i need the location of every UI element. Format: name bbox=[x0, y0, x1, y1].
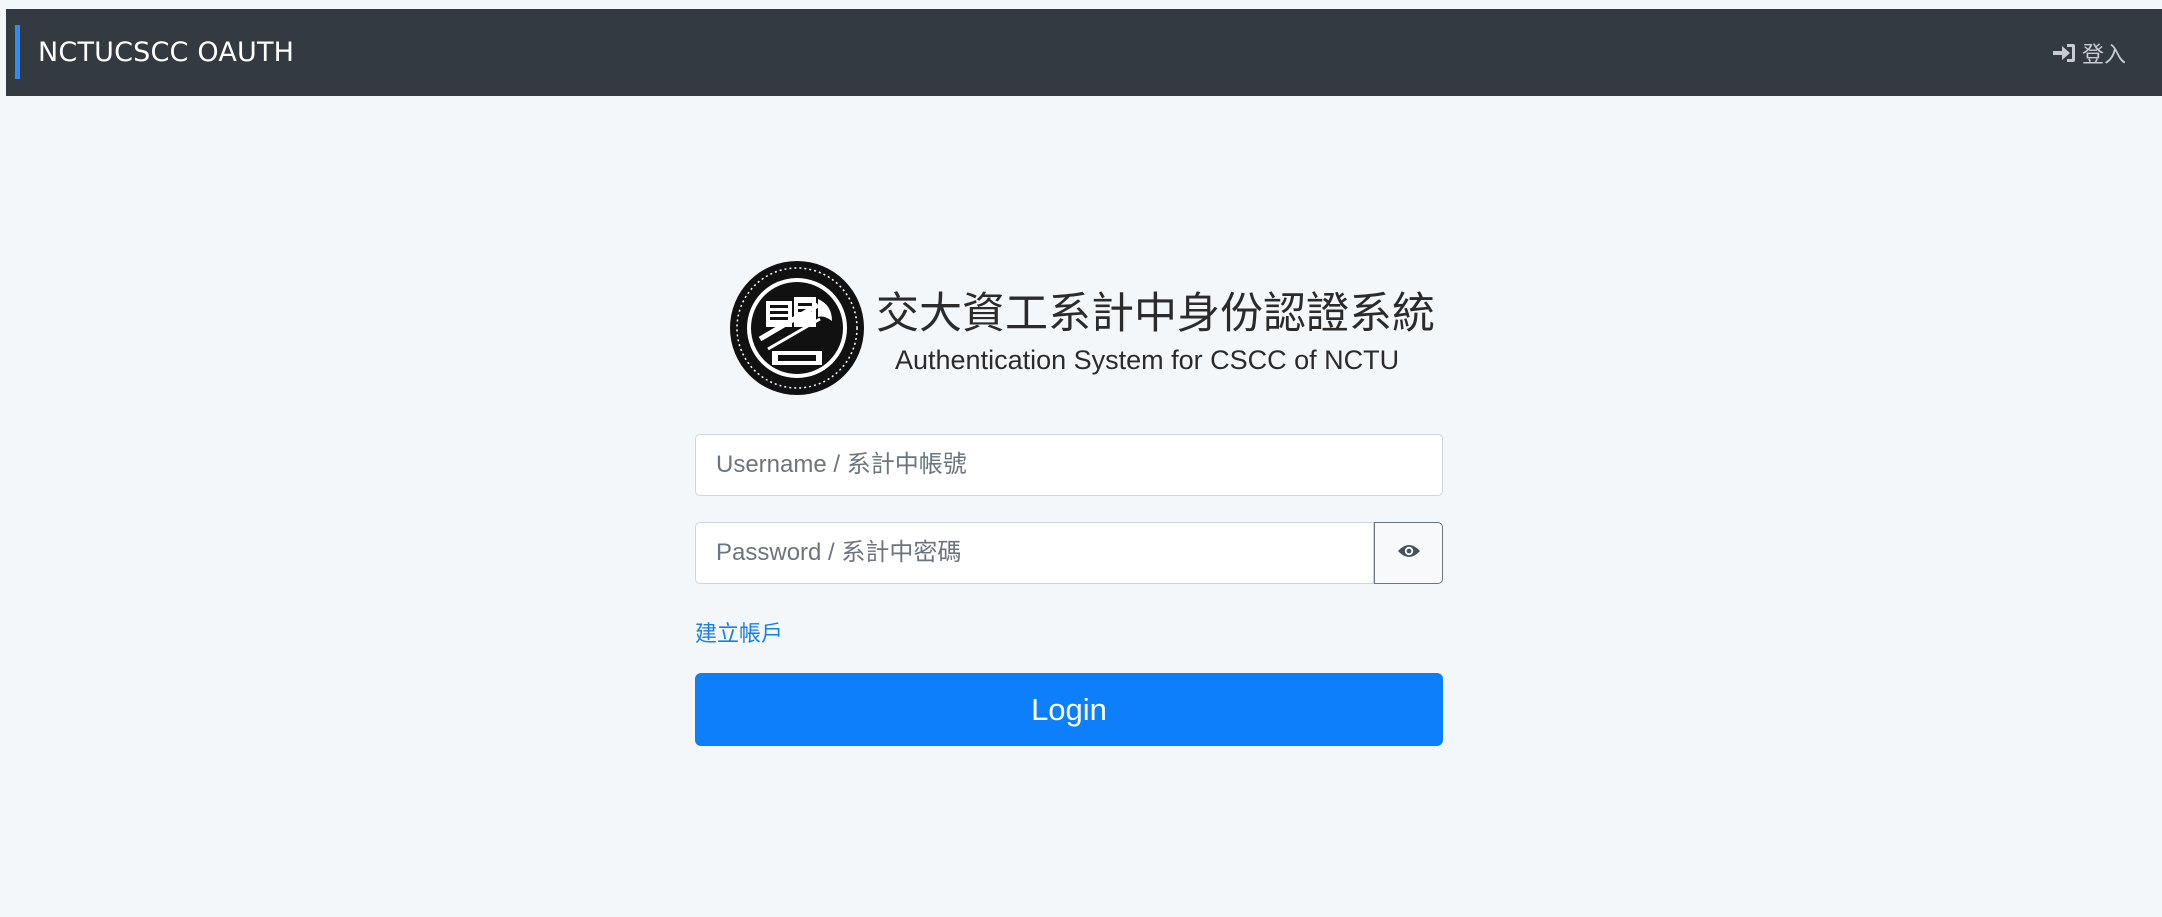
password-input[interactable] bbox=[695, 522, 1374, 584]
navbar-brand[interactable]: NCTUCSCC OAUTH bbox=[38, 9, 294, 96]
system-title-english: Authentication System for CSCC of NCTU bbox=[895, 345, 1400, 375]
navbar-login-link[interactable]: 登入 bbox=[2052, 9, 2126, 96]
eye-icon bbox=[1397, 543, 1421, 563]
login-heading: 交大資工系計中身份認證系統 Authentication System for … bbox=[695, 259, 1443, 409]
page: NCTUCSCC OAUTH 登入 交大資工系計中身份認證系統 Authenti… bbox=[6, 9, 2162, 917]
password-input-group bbox=[695, 522, 1443, 584]
login-button[interactable]: Login bbox=[695, 673, 1443, 746]
navbar-accent-bar bbox=[15, 25, 20, 79]
sign-in-icon bbox=[2052, 43, 2076, 63]
login-card: 交大資工系計中身份認證系統 Authentication System for … bbox=[695, 259, 1443, 746]
show-password-button[interactable] bbox=[1374, 522, 1443, 584]
system-title-chinese: 交大資工系計中身份認證系統 bbox=[876, 289, 1435, 339]
top-navbar: NCTUCSCC OAUTH 登入 bbox=[6, 9, 2162, 96]
create-account-link[interactable]: 建立帳戶 bbox=[695, 616, 783, 648]
department-seal-logo bbox=[728, 259, 866, 397]
navbar-login-label: 登入 bbox=[2081, 42, 2126, 68]
username-input[interactable] bbox=[695, 434, 1443, 496]
